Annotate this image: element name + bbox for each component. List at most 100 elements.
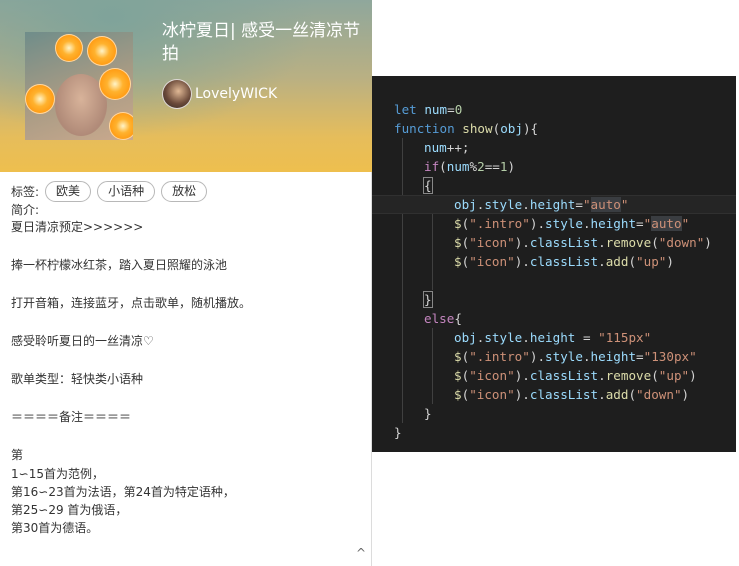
- code-line[interactable]: obj.style.height="auto": [372, 195, 736, 214]
- code-line[interactable]: $("icon").classList.add("up"): [372, 252, 736, 271]
- code-token: %: [469, 159, 478, 174]
- code-token: style: [545, 216, 583, 231]
- code-token: .: [522, 330, 530, 345]
- code-token: ": [582, 197, 591, 212]
- code-token: "icon": [469, 235, 515, 250]
- code-token: style: [484, 330, 523, 345]
- intro-label: 简介:: [11, 203, 40, 217]
- code-token: ++;: [446, 140, 470, 155]
- code-token: (: [651, 235, 659, 250]
- playlist-card: 冰柠夏日| 感受一丝清凉节拍 LovelyWICK 标签: 欧美 小语种 放松 …: [0, 0, 372, 566]
- intro-line: [11, 389, 361, 408]
- code-token: else: [424, 311, 455, 326]
- code-line[interactable]: obj.style.height = "115px": [372, 328, 736, 347]
- code-editor[interactable]: let num=0 function show(obj){num++; if(num…: [372, 76, 736, 452]
- code-token: if: [424, 159, 440, 174]
- code-token: classList: [529, 368, 599, 383]
- code-token: "115px": [598, 330, 652, 345]
- code-token: .: [598, 387, 606, 402]
- intro-line: [11, 237, 361, 256]
- code-token: obj: [454, 330, 477, 345]
- playlist-header: 冰柠夏日| 感受一丝清凉节拍 LovelyWICK: [0, 0, 372, 172]
- code-token: ": [620, 197, 629, 212]
- code-token: .: [598, 254, 606, 269]
- code-token: remove: [605, 368, 652, 383]
- code-token: add: [605, 254, 629, 269]
- code-line[interactable]: $(".intro").style.height="auto": [372, 214, 736, 233]
- code-token: add: [605, 387, 629, 402]
- intro-line: [11, 351, 361, 370]
- code-token: classList: [529, 387, 599, 402]
- code-token: {: [454, 311, 462, 326]
- code-line[interactable]: $("icon").classList.remove("up"): [372, 366, 736, 385]
- code-token: ).: [514, 254, 530, 269]
- collapse-caret-icon[interactable]: ^: [356, 546, 366, 560]
- code-line[interactable]: num++;: [372, 138, 736, 157]
- code-token: style: [545, 349, 583, 364]
- tag-chip[interactable]: 放松: [161, 181, 208, 202]
- code-line[interactable]: else{: [372, 309, 736, 328]
- intro-line: 打开音箱，连接蓝牙，点击歌单，随机播放。: [11, 296, 252, 310]
- code-token: .: [582, 216, 591, 231]
- code-line[interactable]: let num=0: [372, 100, 736, 119]
- code-token: $: [454, 235, 462, 250]
- code-token: ).: [514, 235, 530, 250]
- playlist-intro: 夏日清凉预定>>>>>> 捧一杯柠檬冰红茶，踏入夏日照耀的泳池 打开音箱，连接蓝…: [11, 218, 361, 537]
- code-token: =: [575, 197, 583, 212]
- code-line[interactable]: $("icon").classList.add("down"): [372, 385, 736, 404]
- code-token: =: [575, 330, 599, 345]
- code-token: .: [598, 368, 606, 383]
- code-token: (: [439, 159, 447, 174]
- code-token: num: [424, 140, 447, 155]
- code-token: .: [522, 197, 530, 212]
- code-token: ){: [522, 121, 539, 136]
- code-line[interactable]: function show(obj){: [372, 119, 736, 138]
- code-line[interactable]: [372, 271, 736, 290]
- code-token: height: [529, 197, 576, 212]
- code-token: 2: [477, 159, 485, 174]
- tag-row: 标签: 欧美 小语种 放松: [11, 181, 208, 202]
- code-token: "130px": [643, 349, 697, 364]
- playlist-creator[interactable]: LovelyWICK: [162, 79, 277, 109]
- code-token: (: [651, 368, 659, 383]
- intro-line: [11, 313, 361, 332]
- code-token: show: [462, 121, 493, 136]
- avatar[interactable]: [162, 79, 192, 109]
- playlist-title: 冰柠夏日| 感受一丝清凉节拍: [162, 21, 361, 64]
- matched-bracket: {: [423, 177, 433, 194]
- tag-chip[interactable]: 欧美: [45, 181, 92, 202]
- code-token: ): [666, 254, 674, 269]
- code-token: ": [681, 216, 690, 231]
- cover-orange-slice: [87, 36, 117, 66]
- code-token: obj: [454, 197, 477, 212]
- code-line[interactable]: }: [372, 290, 736, 309]
- matched-bracket: }: [423, 291, 433, 308]
- code-token: $: [454, 254, 462, 269]
- intro-line: 歌单类型：轻快类小语种: [11, 372, 144, 386]
- code-line[interactable]: }: [372, 423, 736, 442]
- code-line[interactable]: }: [372, 404, 736, 423]
- code-token: ): [704, 235, 712, 250]
- tag-chip[interactable]: 小语种: [97, 181, 156, 202]
- code-token: obj: [500, 121, 523, 136]
- highlighted-token: auto: [590, 197, 621, 212]
- cover-orange-slice: [109, 112, 133, 140]
- code-line[interactable]: $("icon").classList.remove("down"): [372, 233, 736, 252]
- intro-line: 第30首为德语。: [11, 521, 99, 535]
- intro-line: 捧一杯柠檬冰红茶，踏入夏日照耀的泳池: [11, 258, 228, 272]
- code-line[interactable]: $(".intro").style.height="130px": [372, 347, 736, 366]
- playlist-cover-image[interactable]: [25, 32, 133, 140]
- code-token: ==: [484, 159, 500, 174]
- code-token: ).: [514, 387, 530, 402]
- code-token: height: [529, 330, 576, 345]
- code-line[interactable]: if(num%2==1): [372, 157, 736, 176]
- code-token: ).: [529, 216, 546, 231]
- code-token: classList: [529, 235, 599, 250]
- code-line[interactable]: {: [372, 176, 736, 195]
- code-token: height: [590, 349, 637, 364]
- intro-line: [11, 427, 361, 446]
- intro-line: 第16∽23首为法语，第24首为特定语种，: [11, 485, 235, 499]
- code-token: "down": [658, 235, 705, 250]
- creator-name[interactable]: LovelyWICK: [195, 86, 277, 102]
- code-token: ).: [529, 349, 546, 364]
